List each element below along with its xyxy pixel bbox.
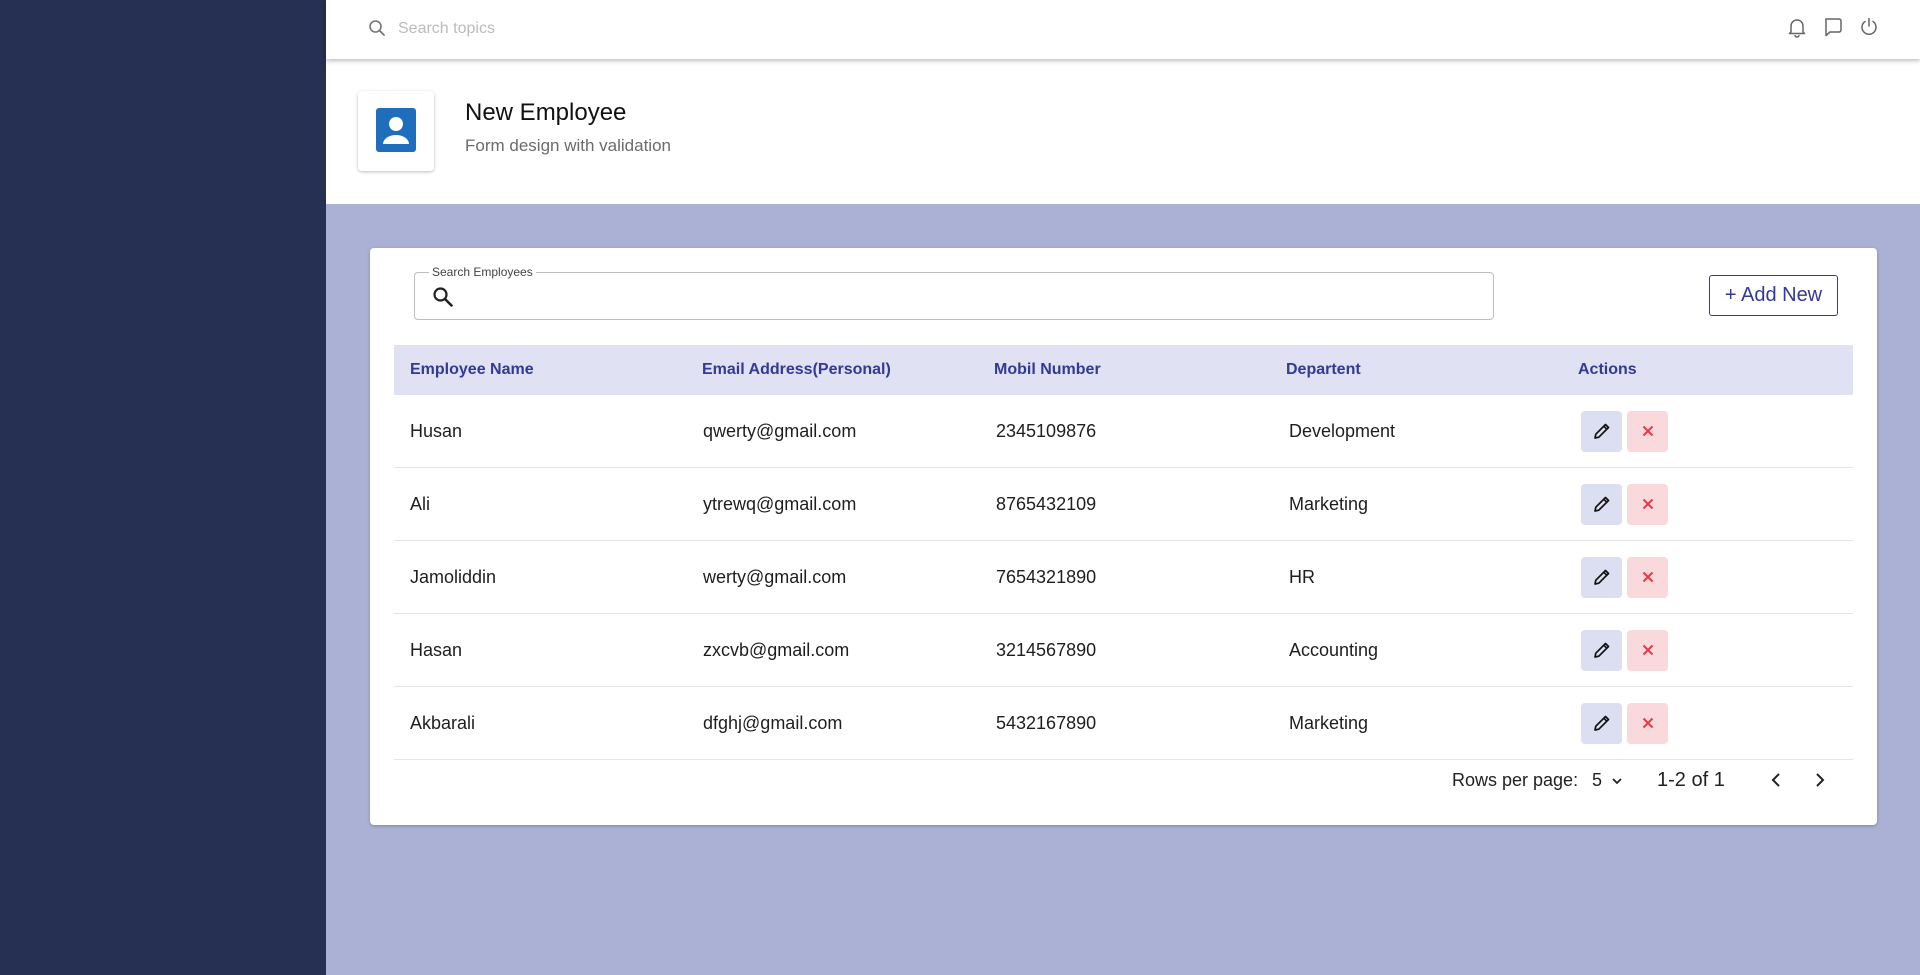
table-row: Ali ytrewq@gmail.com 8765432109 Marketin… [394,468,1853,541]
chevron-right-icon [1816,773,1825,787]
person-icon [376,108,416,152]
header-icon-card [358,91,434,171]
cell-mobile: 5432167890 [996,712,1097,733]
page-title: New Employee [465,99,627,126]
cell-email: zxcvb@gmail.com [703,639,850,660]
delete-button[interactable] [1627,483,1668,525]
chat-icon[interactable] [1822,16,1844,38]
cell-name: Husan [410,420,463,441]
pencil-icon [1593,496,1609,512]
employees-table: Employee Name Email Address(Personal) Mo… [394,345,1853,760]
delete-button[interactable] [1627,629,1668,671]
delete-button[interactable] [1627,410,1668,452]
close-icon [1642,571,1653,583]
pencil-icon [1593,715,1609,731]
cell-department: HR [1289,566,1315,587]
page-subtitle: Form design with validation [465,136,671,155]
cell-mobile: 8765432109 [996,493,1097,514]
rows-per-page-select[interactable]: 5 [1592,770,1624,791]
column-header-actions: Actions [1578,361,1637,378]
power-icon[interactable] [1858,16,1880,38]
page-header: New Employee Form design with validation [326,59,1920,204]
table-row: Jamoliddin werty@gmail.com 7654321890 HR [394,541,1853,614]
edit-button[interactable] [1581,629,1622,671]
cell-email: ytrewq@gmail.com [703,493,857,514]
cell-department: Marketing [1289,493,1369,514]
edit-button[interactable] [1581,556,1622,598]
cell-mobile: 3214567890 [996,639,1097,660]
cell-email: qwerty@gmail.com [703,420,857,441]
employee-search-label: Search Employees [429,265,536,279]
table-row: Akbarali dfghj@gmail.com 5432167890 Mark… [394,687,1853,760]
table-row: Husan qwerty@gmail.com 2345109876 Develo… [394,395,1853,468]
cell-name: Hasan [410,639,463,660]
previous-page-button[interactable] [1763,766,1791,794]
edit-button[interactable] [1581,702,1622,744]
employee-search-input[interactable] [467,281,1477,311]
delete-button[interactable] [1627,702,1668,744]
cell-name: Akbarali [410,712,476,733]
cell-email: dfghj@gmail.com [703,712,843,733]
close-icon [1642,498,1653,510]
cell-mobile: 2345109876 [996,420,1097,441]
bell-icon[interactable] [1786,16,1808,38]
row-actions [1562,629,1853,671]
topic-search-input[interactable] [398,16,798,42]
table-row: Hasan zxcvb@gmail.com 3214567890 Account… [394,614,1853,687]
column-header-name: Employee Name [410,361,534,378]
pagination-range: 1-2 of 1 [1657,769,1725,791]
close-icon [1642,425,1653,437]
cell-name: Ali [410,493,431,514]
cell-name: Jamoliddin [410,566,497,587]
pencil-icon [1593,642,1609,658]
column-header-department: Departent [1286,361,1361,378]
row-actions [1562,483,1853,525]
column-header-email: Email Address(Personal) [702,361,891,378]
delete-button[interactable] [1627,556,1668,598]
edit-button[interactable] [1581,410,1622,452]
sidebar [0,0,326,975]
cell-department: Marketing [1289,712,1369,733]
rows-per-page-value: 5 [1592,770,1603,790]
row-actions [1562,410,1853,452]
add-new-button[interactable]: + Add New [1709,275,1838,316]
cell-department: Development [1289,420,1396,441]
edit-button[interactable] [1581,483,1622,525]
employee-search-field[interactable]: Search Employees [414,265,1494,320]
column-header-mobile: Mobil Number [994,361,1101,378]
chevron-left-icon [1771,773,1780,787]
row-actions [1562,702,1853,744]
chevron-down-icon [1612,777,1622,784]
cell-mobile: 7654321890 [996,566,1097,587]
search-icon [431,285,455,309]
close-icon [1642,644,1653,656]
rows-per-page-label: Rows per page: [1452,770,1579,790]
table-pagination: Rows per page: 5 1-2 of 1 [370,754,1877,804]
close-icon [1642,717,1653,729]
cell-department: Accounting [1289,639,1379,660]
table-header: Employee Name Email Address(Personal) Mo… [394,345,1853,395]
search-icon [368,19,386,37]
next-page-button[interactable] [1805,766,1833,794]
topbar-actions [1786,16,1880,38]
pencil-icon [1593,569,1609,585]
cell-email: werty@gmail.com [703,566,847,587]
row-actions [1562,556,1853,598]
employees-card: Search Employees + Add New Employee Name… [370,248,1877,825]
pencil-icon [1593,423,1609,439]
top-bar [326,0,1920,59]
